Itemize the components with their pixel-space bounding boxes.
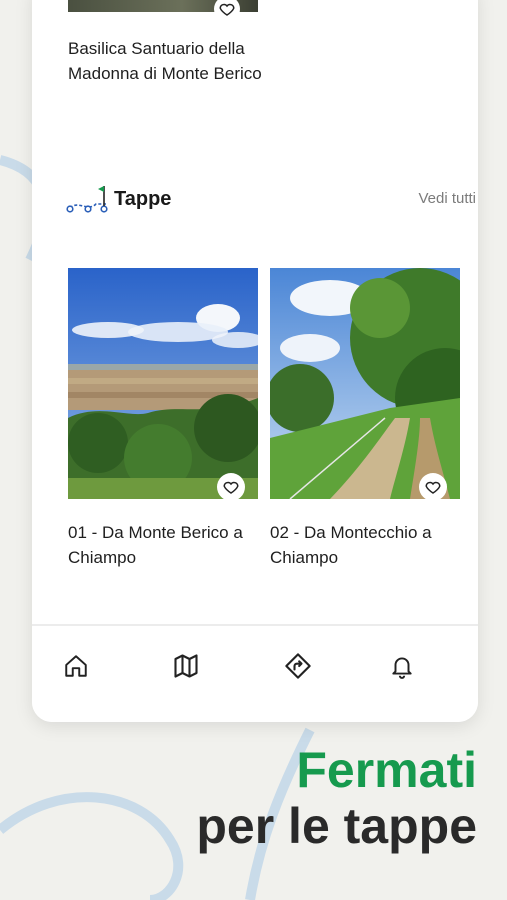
home-icon <box>65 655 87 677</box>
section-title: Tappe <box>114 188 172 210</box>
see-all-link[interactable]: Vedi tutti <box>418 190 476 207</box>
previous-item-title[interactable]: Basilica Santuario della Madonna di Mont… <box>68 36 268 86</box>
stage-card-2[interactable]: 02 - Da Montecchio a Chiampo <box>270 268 460 570</box>
stage-title-2[interactable]: 02 - Da Montecchio a Chiampo <box>270 520 460 570</box>
stage-image-1[interactable] <box>68 268 258 499</box>
stage-card-1[interactable]: 01 - Da Monte Berico a Chiampo <box>68 268 258 570</box>
nav-map[interactable] <box>168 648 204 684</box>
nav-directions[interactable] <box>280 648 316 684</box>
favorite-button-2[interactable] <box>419 473 447 499</box>
directions-icon <box>285 653 311 679</box>
stage-title-1[interactable]: 01 - Da Monte Berico a Chiampo <box>68 520 258 570</box>
app-screen-card: Basilica Santuario della Madonna di Mont… <box>32 0 478 722</box>
stage-image-2[interactable] <box>270 268 460 499</box>
section-header: Tappe Vedi tutti <box>66 180 476 216</box>
heart-outline-icon <box>223 481 239 494</box>
promo-tagline: Fermati per le tappe <box>196 742 477 854</box>
bell-icon <box>392 657 412 679</box>
bottom-navigation <box>32 624 478 722</box>
tagline-line-2: per le tappe <box>196 798 477 854</box>
nav-notifications[interactable] <box>384 648 420 684</box>
route-flag-icon <box>66 186 108 213</box>
heart-outline-icon <box>425 481 441 494</box>
map-icon <box>174 654 198 678</box>
favorite-button-1[interactable] <box>217 473 245 499</box>
favorite-button[interactable] <box>214 0 240 22</box>
tagline-line-1: Fermati <box>296 742 477 798</box>
nav-home[interactable] <box>58 648 94 684</box>
heart-outline-icon <box>219 3 235 16</box>
